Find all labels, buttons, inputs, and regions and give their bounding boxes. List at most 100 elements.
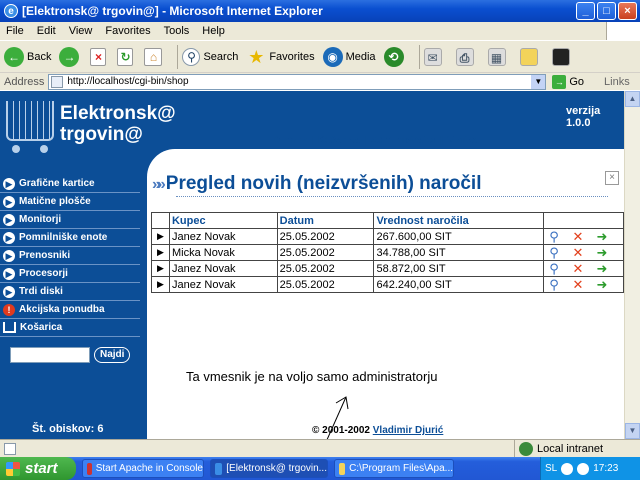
delete-icon[interactable]: ✕ bbox=[570, 261, 586, 276]
sidebar-item-laptops[interactable]: ▶ Prenosniki bbox=[0, 247, 140, 265]
home-button[interactable]: ⌂ bbox=[144, 47, 165, 66]
ie-icon bbox=[215, 462, 223, 475]
folder-icon bbox=[339, 462, 346, 475]
go-button[interactable]: → Go bbox=[552, 74, 584, 89]
nav-admin-link[interactable]: Administrator bbox=[371, 135, 437, 146]
arrow-right-icon[interactable]: ➜ bbox=[594, 261, 610, 276]
discuss-button[interactable] bbox=[519, 47, 544, 66]
star-icon: ★ bbox=[248, 46, 265, 67]
media-button[interactable]: ◉ Media bbox=[322, 46, 376, 67]
arrow-right-icon[interactable]: ➜ bbox=[594, 245, 610, 260]
nav-separator: | bbox=[482, 135, 486, 146]
menu-view[interactable]: View bbox=[69, 25, 93, 37]
mail-button[interactable]: ✉ bbox=[423, 47, 448, 66]
menu-tools[interactable]: Tools bbox=[164, 25, 190, 37]
taskbar-item-apache[interactable]: Start Apache in Console bbox=[82, 459, 204, 478]
maximize-button[interactable]: □ bbox=[597, 2, 616, 20]
sidebar-item-label: Grafične kartice bbox=[19, 178, 95, 189]
category-sidebar: ▶ Grafične kartice ▶ Matične plošče ▶ Monit… bbox=[0, 175, 140, 337]
address-input[interactable]: http://localhost/cgi-bin/shop ▼ bbox=[48, 73, 547, 90]
nav-card-link[interactable]: Vizitka bbox=[447, 135, 479, 146]
volume-icon[interactable] bbox=[577, 462, 590, 475]
nav-cart-link[interactable]: Košarica bbox=[318, 135, 360, 146]
bullet-arrow-icon: ▶ bbox=[3, 213, 15, 226]
sidebar-item-memory[interactable]: ▶ Pomnilniške enote bbox=[0, 229, 140, 247]
menu-edit[interactable]: Edit bbox=[37, 25, 56, 37]
arrow-right-icon[interactable]: ➜ bbox=[594, 277, 610, 292]
task-label: C:\Program Files\Apa... bbox=[349, 463, 453, 474]
chevron-down-icon[interactable]: ▼ bbox=[531, 74, 546, 89]
magnifier-icon[interactable]: ⚲ bbox=[546, 229, 562, 244]
task-label: Start Apache in Console bbox=[95, 463, 203, 474]
sidebar-item-processors[interactable]: ▶ Procesorji bbox=[0, 265, 140, 283]
nav-home-link[interactable]: Domov bbox=[273, 135, 307, 146]
search-submit-button[interactable]: Najdi bbox=[94, 347, 131, 363]
mail-icon: ✉ bbox=[423, 47, 442, 66]
sidebar-item-label: Pomnilniške enote bbox=[19, 232, 108, 243]
network-icon[interactable] bbox=[561, 462, 574, 475]
messenger-button[interactable] bbox=[551, 47, 576, 66]
magnifier-icon[interactable]: ⚲ bbox=[546, 277, 562, 292]
cell-date: 25.05.2002 bbox=[276, 228, 375, 245]
close-icon[interactable]: × bbox=[605, 171, 619, 185]
delete-icon[interactable]: ✕ bbox=[570, 277, 586, 292]
links-button[interactable]: Links bbox=[604, 76, 630, 88]
stop-button[interactable]: × bbox=[90, 47, 109, 66]
menu-favorites[interactable]: Favorites bbox=[105, 25, 150, 37]
cart-wheel-icon bbox=[40, 145, 48, 153]
address-bar: Address http://localhost/cgi-bin/shop ▼ … bbox=[0, 72, 640, 90]
row-pointer-icon: ▶ bbox=[151, 260, 170, 277]
menu-file[interactable]: File bbox=[6, 25, 24, 37]
search-input[interactable] bbox=[10, 347, 90, 363]
delete-icon[interactable]: ✕ bbox=[570, 245, 586, 260]
sidebar-item-graphics-cards[interactable]: ▶ Grafične kartice bbox=[0, 175, 140, 193]
page-icon bbox=[4, 442, 16, 455]
table-header-row: Kupec Datum Vrednost naročila bbox=[151, 212, 624, 229]
nav-separator: | bbox=[266, 135, 269, 146]
favorites-label: Favorites bbox=[269, 50, 315, 63]
author-link[interactable]: Vladimir Djurić bbox=[373, 425, 444, 436]
scroll-up-icon[interactable]: ▲ bbox=[625, 91, 640, 107]
search-button[interactable]: ⚲ Search bbox=[182, 47, 238, 66]
bullet-arrow-icon: ▶ bbox=[3, 249, 15, 262]
globe-icon bbox=[519, 442, 533, 456]
go-arrow-icon: → bbox=[552, 74, 567, 89]
edit-button[interactable]: ▦ bbox=[487, 47, 512, 66]
minimize-button[interactable]: _ bbox=[576, 2, 595, 20]
site-name: Elektronsk@ trgovin@ bbox=[60, 103, 176, 145]
taskbar-item-folder[interactable]: C:\Program Files\Apa... bbox=[334, 459, 454, 478]
stop-icon: × bbox=[90, 47, 107, 66]
close-button[interactable]: × bbox=[618, 2, 637, 20]
start-button[interactable]: start bbox=[0, 457, 76, 480]
delete-icon[interactable]: ✕ bbox=[570, 229, 586, 244]
table-row: ▶ Janez Novak 25.05.2002 58.872,00 SIT ⚲… bbox=[151, 260, 624, 277]
language-indicator[interactable]: SL bbox=[545, 463, 557, 474]
magnifier-icon[interactable]: ⚲ bbox=[546, 245, 562, 260]
sidebar-item-hard-disks[interactable]: ▶ Trdi diski bbox=[0, 283, 140, 301]
windows-flag-icon bbox=[6, 461, 20, 476]
vertical-scrollbar[interactable]: ▲ ▼ bbox=[624, 91, 640, 439]
taskbar-item-browser[interactable]: [Elektronsk@ trgovin... bbox=[210, 459, 328, 478]
history-button[interactable]: ⟲ bbox=[383, 46, 407, 67]
top-navigation: | Domov | Košarica | Administrator | Vizitka | bbox=[262, 135, 489, 146]
annotation-text: Ta vmesnik je na voljo samo administrato… bbox=[186, 369, 438, 384]
back-button[interactable]: ← Back bbox=[4, 46, 51, 67]
media-icon: ◉ bbox=[322, 46, 343, 67]
sidebar-item-motherboards[interactable]: ▶ Matične plošče bbox=[0, 193, 140, 211]
sidebar-item-special-offer[interactable]: ! Akcijska ponudba bbox=[0, 301, 140, 319]
forward-button[interactable]: → bbox=[59, 46, 82, 67]
arrow-right-icon[interactable]: ➜ bbox=[594, 229, 610, 244]
print-button[interactable]: ⎙ bbox=[455, 47, 480, 66]
scroll-down-icon[interactable]: ▼ bbox=[625, 423, 640, 439]
favorites-button[interactable]: ★ Favorites bbox=[246, 47, 314, 67]
menu-help[interactable]: Help bbox=[202, 25, 225, 37]
sidebar-item-monitors[interactable]: ▶ Monitorji bbox=[0, 211, 140, 229]
address-label: Address bbox=[4, 75, 45, 88]
cart-icon bbox=[3, 322, 16, 333]
refresh-button[interactable]: ↻ bbox=[117, 47, 136, 66]
sidebar-item-cart[interactable]: Košarica bbox=[0, 319, 140, 337]
row-actions: ⚲ ✕ ➜ bbox=[542, 244, 624, 261]
cart-wheel-icon bbox=[12, 145, 20, 153]
magnifier-icon[interactable]: ⚲ bbox=[546, 261, 562, 276]
header-actions bbox=[542, 212, 624, 229]
